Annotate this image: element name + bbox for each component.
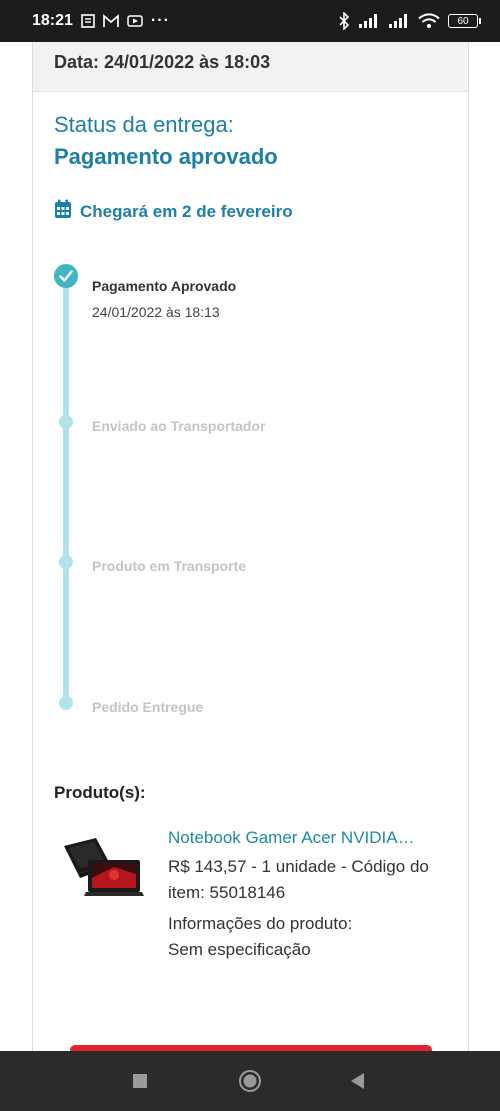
timeline-step-4-label: Pedido Entregue xyxy=(92,699,204,715)
status-bar-right: 60 xyxy=(338,12,481,30)
order-card: Data: 24/01/2022 às 18:03 Status da entr… xyxy=(32,42,469,1051)
order-date: Data: 24/01/2022 às 18:03 xyxy=(33,42,468,92)
product-info-label: Informações do produto: xyxy=(168,914,353,933)
battery-icon: 60 xyxy=(448,14,481,28)
arrival-estimate: Chegará em 2 de fevereiro xyxy=(54,199,293,224)
timeline-track xyxy=(63,276,69,704)
check-circle-icon xyxy=(54,264,78,288)
navigation-bar xyxy=(0,1051,500,1111)
timeline-step-1-date: 24/01/2022 às 18:13 xyxy=(92,304,220,320)
recent-apps-button[interactable] xyxy=(128,1069,152,1093)
delivery-timeline: Pagamento Aprovado 24/01/2022 às 18:13 E… xyxy=(33,264,468,734)
signal-icon xyxy=(358,13,380,29)
timeline-step-3-dot xyxy=(59,555,73,569)
signal-icon-2 xyxy=(388,13,410,29)
products-title: Produto(s): xyxy=(54,783,146,802)
timeline-step-4-dot xyxy=(59,696,73,710)
timeline-step-3-label: Produto em Transporte xyxy=(92,558,247,574)
calendar-icon xyxy=(54,199,72,224)
wifi-icon xyxy=(418,13,440,29)
youtube-icon xyxy=(127,14,143,28)
product-details: R$ 143,57 - 1 unidade - Código do item: … xyxy=(168,857,429,902)
timeline-step-2-label: Enviado ao Transportador xyxy=(92,418,266,434)
clock: 18:21 xyxy=(32,12,73,29)
product-name-link[interactable]: Notebook Gamer Acer NVIDIA… xyxy=(168,828,458,848)
timeline-step-1-label: Pagamento Aprovado xyxy=(92,278,237,294)
timeline-step-2-dot xyxy=(59,415,73,429)
arrival-text: Chegará em 2 de fevereiro xyxy=(80,201,293,221)
back-button[interactable] xyxy=(346,1069,370,1093)
status-bar: 18:21 ··· 60 xyxy=(0,0,500,42)
status-bar-left: 18:21 ··· xyxy=(32,12,170,30)
home-button[interactable] xyxy=(238,1069,262,1093)
more-notifications-icon: ··· xyxy=(150,12,170,29)
delivery-status-label: Status da entrega: xyxy=(54,112,234,137)
gmail-icon xyxy=(103,14,119,28)
delivery-status-value: Pagamento aprovado xyxy=(54,144,278,169)
bluetooth-icon xyxy=(338,12,350,30)
product-info-value: Sem especificação xyxy=(168,940,311,959)
product-image[interactable] xyxy=(58,834,148,904)
document-icon xyxy=(81,14,95,28)
